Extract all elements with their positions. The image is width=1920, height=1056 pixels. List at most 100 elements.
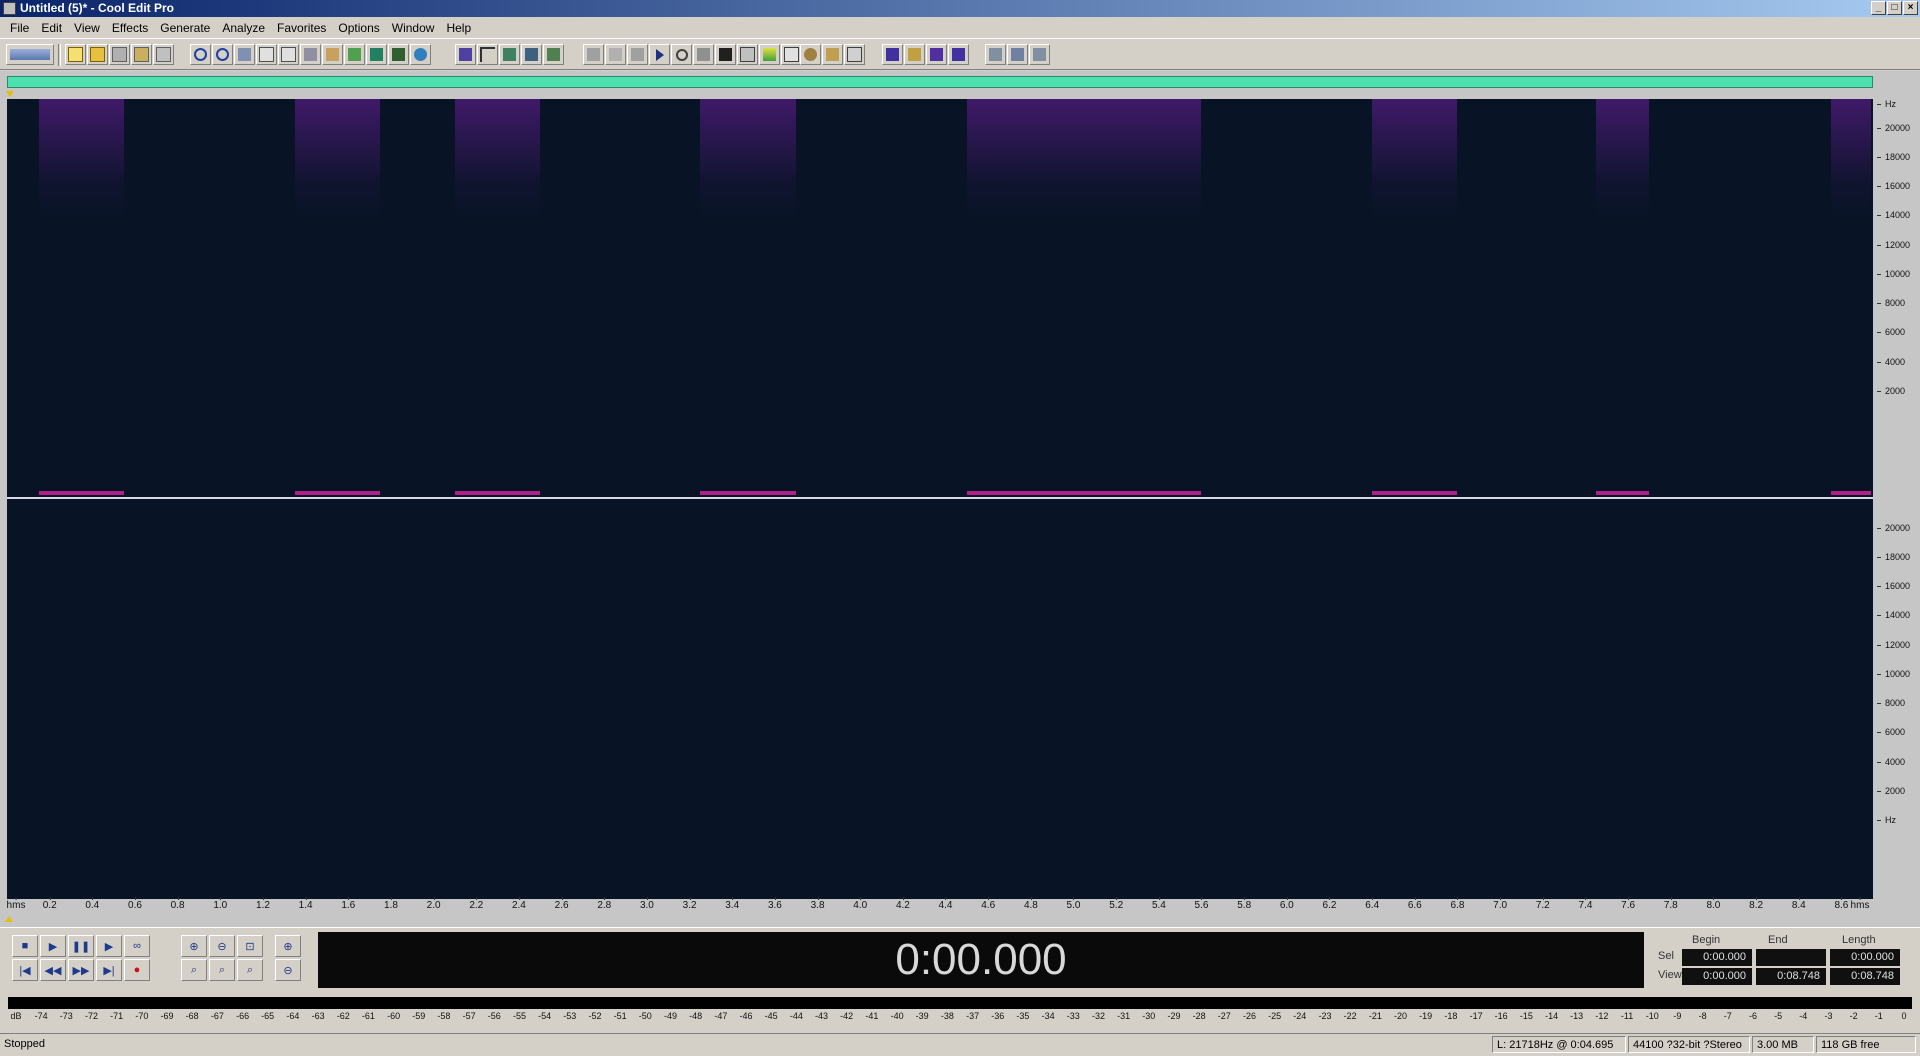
x-tick: 6.4 [1365,897,1380,911]
mix-paste-button[interactable] [366,44,387,65]
y-tick: 4000 [1877,757,1917,767]
left-channel[interactable] [7,99,1873,497]
menu-window[interactable]: Window [386,21,441,35]
list-icon [784,47,799,62]
record-button[interactable]: ● [124,959,150,981]
play-to-end-button[interactable]: ▶ [96,935,122,957]
loop-button[interactable]: ∞ [124,935,150,957]
envelope-button[interactable] [477,44,498,65]
save-all-button[interactable] [131,44,152,65]
paste-new-icon [348,48,361,61]
tool-button-3[interactable] [627,44,648,65]
tool-button-5[interactable] [671,44,692,65]
zoom-in-vertical-button[interactable]: ⊕ [275,935,301,957]
maximize-button[interactable]: □ [1887,1,1902,15]
rewind-button[interactable]: ◀◀ [40,959,66,981]
effect-button-1[interactable] [882,44,903,65]
minimize-button[interactable]: _ [1871,1,1886,15]
start-marker-icon[interactable] [6,91,14,97]
open-file-button[interactable] [87,44,108,65]
stop-button[interactable]: ■ [12,935,38,957]
menu-generate[interactable]: Generate [154,21,216,35]
zoom-out-button[interactable]: ⊖ [209,935,235,957]
tool-button-10[interactable] [781,44,802,65]
level-tick: -64 [286,1011,300,1021]
pan-view-button[interactable] [521,44,542,65]
view-end-field[interactable]: 0:08.748 [1756,968,1826,985]
zoom-out-vertical-icon: ⊖ [283,964,293,977]
effect-button-3[interactable] [926,44,947,65]
favorites-button[interactable] [822,44,843,65]
tool-button-1[interactable] [583,44,604,65]
go-start-button[interactable]: |◀ [12,959,38,981]
redo-button[interactable] [212,44,233,65]
close-file-button[interactable] [153,44,174,65]
zoom-selection-button[interactable]: ⌕ [237,959,263,981]
menu-view[interactable]: View [68,21,106,35]
pause-button[interactable]: ❚❚ [68,935,94,957]
menu-analyze[interactable]: Analyze [216,21,271,35]
fast-forward-button[interactable]: ▶▶ [68,959,94,981]
tool-button-7[interactable] [715,44,736,65]
menu-options[interactable]: Options [332,21,385,35]
x-tick: 1.2 [256,897,270,911]
menu-edit[interactable]: Edit [35,21,68,35]
menu-effects[interactable]: Effects [106,21,154,35]
zoom-right-button[interactable]: ⌕ [209,959,235,981]
tool-button-4[interactable] [649,44,670,65]
app-icon[interactable] [3,2,16,15]
spectral-pitch-button[interactable] [543,44,564,65]
zoom-in-button[interactable]: ⊕ [181,935,207,957]
tool-button-8[interactable] [737,44,758,65]
x-unit-end: hms [1850,897,1870,911]
view-begin-field[interactable]: 0:00.000 [1682,968,1752,985]
time-ruler[interactable]: hms hms 0.2 0.4 0.6 0.8 1.0 1.2 1.4 1.6 1.8 2.0 2.… [7,897,1873,918]
play-button[interactable]: ▶ [40,935,66,957]
level-tick: -40 [890,1011,904,1021]
menu-file[interactable]: File [4,21,35,35]
trim-button[interactable] [388,44,409,65]
undo-button[interactable] [190,44,211,65]
right-channel[interactable] [7,499,1873,899]
toggle-multitrack-button[interactable] [6,44,54,65]
new-file-button[interactable] [65,44,86,65]
end-marker-icon[interactable] [5,916,13,922]
save-button[interactable] [109,44,130,65]
tool-button-6[interactable] [693,44,714,65]
analysis-button-2[interactable] [1007,44,1028,65]
view-length-field[interactable]: 0:08.748 [1830,968,1900,985]
zoom-full-button[interactable]: ⊡ [237,935,263,957]
zoom-out-vertical-button[interactable]: ⊖ [275,959,301,981]
go-end-button[interactable]: ▶| [96,959,122,981]
settings-button[interactable] [800,44,821,65]
close-button[interactable]: × [1903,1,1918,15]
analysis-button-1[interactable] [985,44,1006,65]
effect-button-4[interactable] [948,44,969,65]
menu-help[interactable]: Help [440,21,477,35]
waveform-view-button[interactable] [455,44,476,65]
overview-bar[interactable] [7,76,1873,88]
x-tick: 8.0 [1706,897,1721,911]
find-button[interactable] [410,44,431,65]
sel-length-field[interactable]: 0:00.000 [1830,949,1900,966]
paste-button[interactable] [322,44,343,65]
analysis-button-3[interactable] [1029,44,1050,65]
help-icon [847,47,862,62]
zoom-left-button[interactable]: ⌕ [181,959,207,981]
tool-button-2[interactable] [605,44,626,65]
sel-end-field[interactable] [1756,949,1826,966]
level-tick: -43 [814,1011,829,1021]
paste-new-button[interactable] [344,44,365,65]
copy-button[interactable] [278,44,299,65]
tool-button-9[interactable] [759,44,780,65]
play-to-end-icon: ▶ [104,940,114,953]
spectral-display[interactable] [7,99,1873,899]
repeat-button[interactable] [234,44,255,65]
cut-button[interactable] [300,44,321,65]
copy-new-button[interactable] [256,44,277,65]
sel-begin-field[interactable]: 0:00.000 [1682,949,1752,966]
spectral-view-button[interactable] [499,44,520,65]
menu-favorites[interactable]: Favorites [271,21,332,35]
help-button[interactable] [844,44,865,65]
effect-button-2[interactable] [904,44,925,65]
